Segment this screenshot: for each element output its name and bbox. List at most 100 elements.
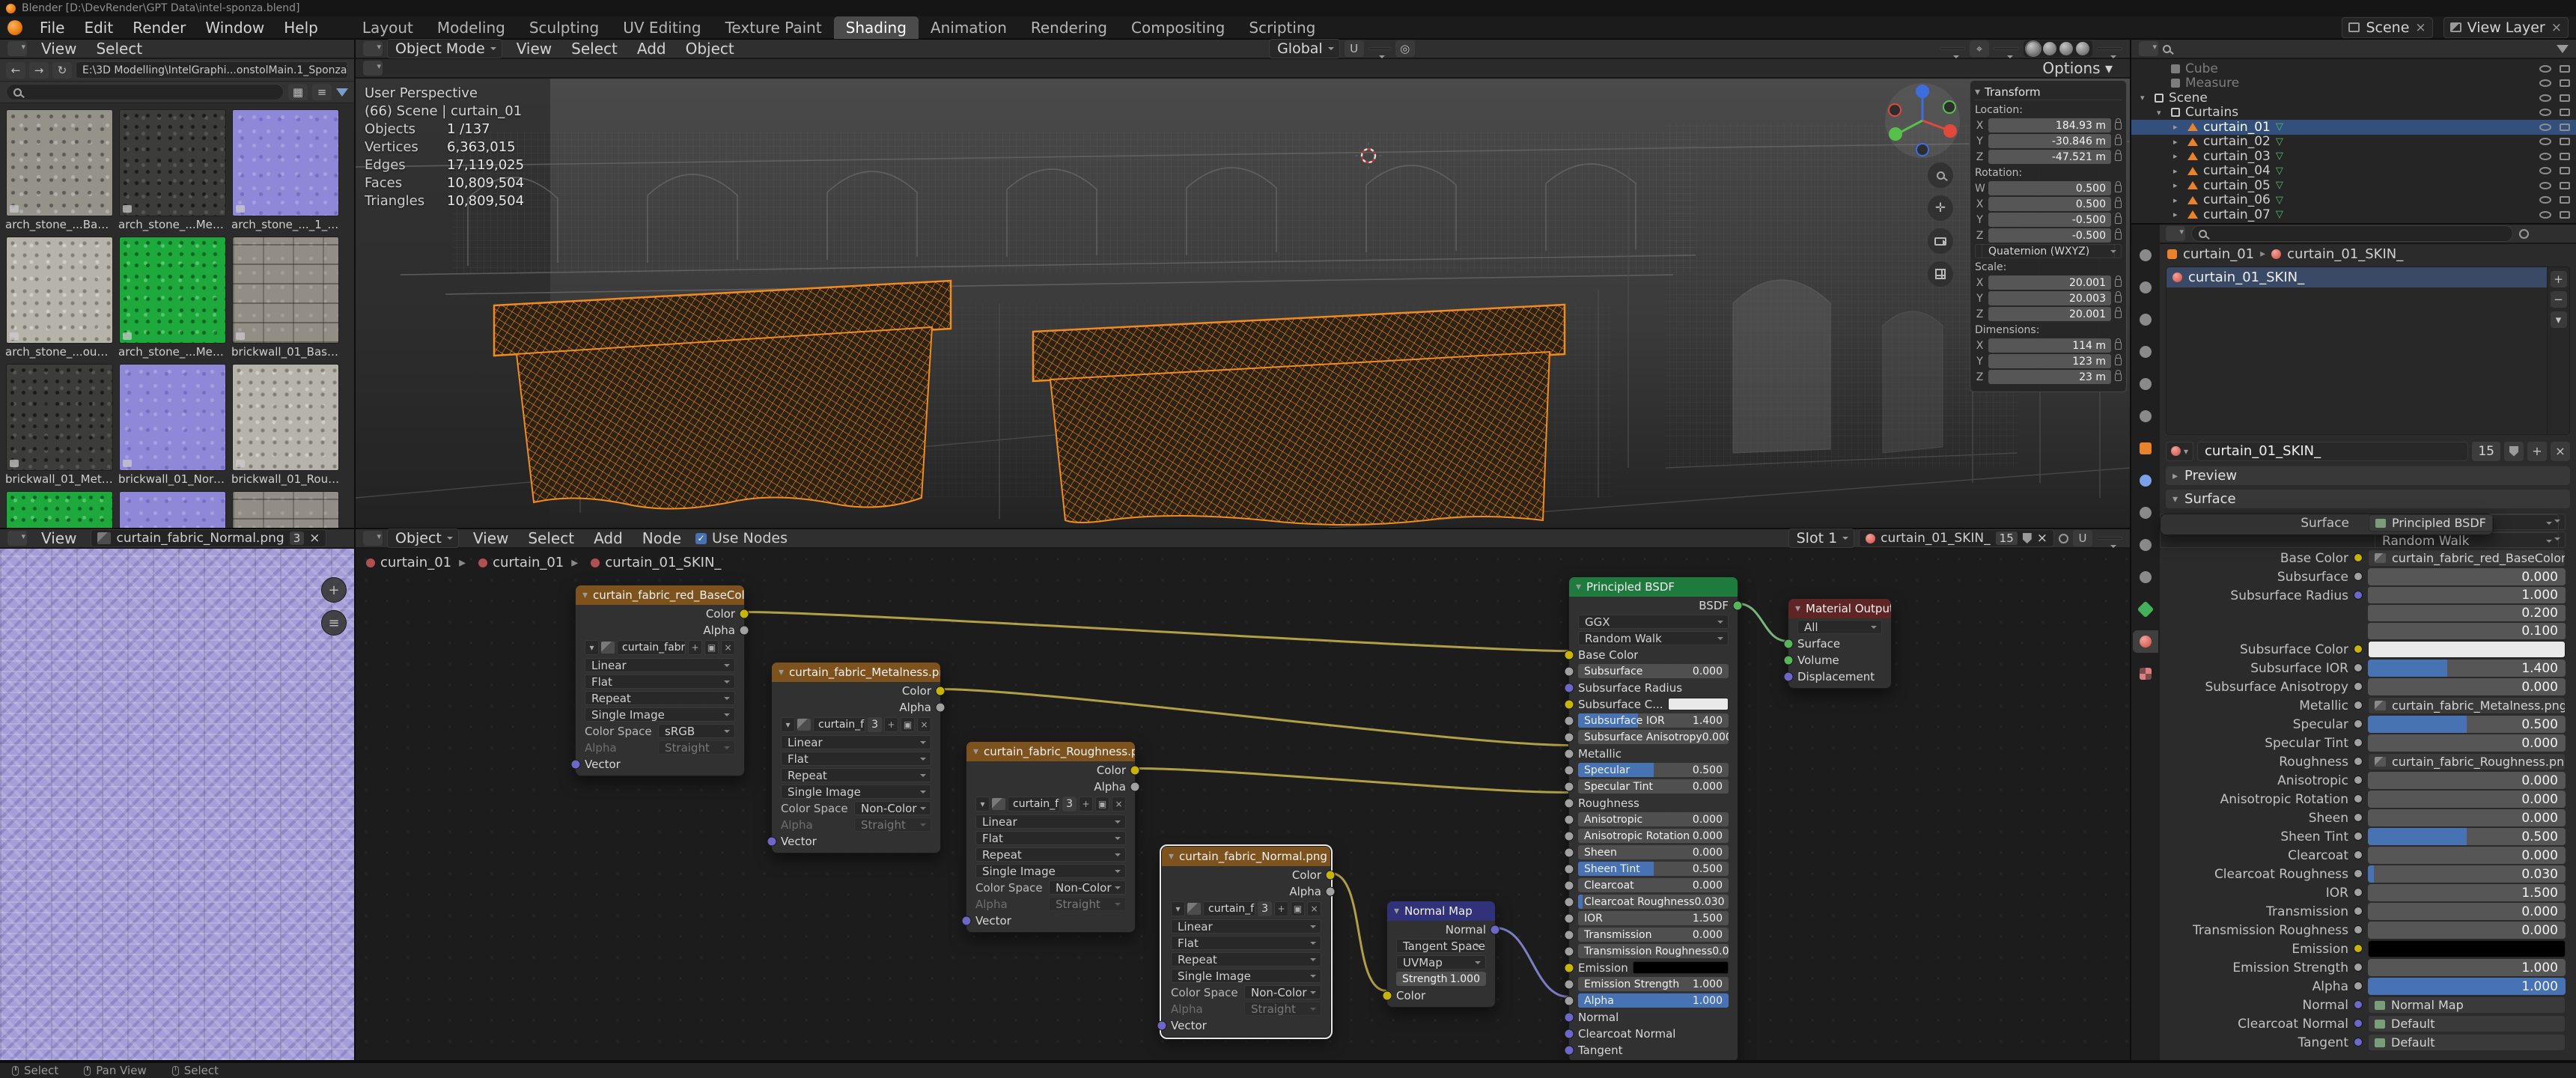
input-socket[interactable] [1784,655,1794,665]
link-value[interactable]: Default [2368,1015,2566,1032]
colorspace-dropdown[interactable]: Non-Color [1244,985,1321,999]
properties-tab[interactable] [2133,244,2158,267]
input-socket[interactable] [1565,765,1574,775]
hide-viewport-toggle[interactable] [2539,138,2551,145]
input-socket[interactable] [2354,757,2363,766]
users-count[interactable]: 15 [2472,442,2500,461]
input-socket[interactable] [1565,831,1574,841]
slot-dropdown[interactable]: Slot 1 [1788,529,1855,548]
image-name-field[interactable]: curtain_fabr... [813,717,865,732]
alpha-output-socket[interactable] [1130,782,1140,791]
colorspace-dropdown[interactable]: Non-Color [854,801,931,815]
hide-viewport-toggle[interactable] [2539,109,2551,116]
overlay-button[interactable]: ≡ [321,610,347,636]
users-count[interactable]: 3 [1258,901,1272,916]
input-socket[interactable] [1565,782,1574,791]
value-slider[interactable]: 1.000 [2368,978,2566,995]
search-icon[interactable] [2163,45,2171,53]
users-count[interactable]: 15 [1996,532,2018,545]
filter-icon[interactable] [336,88,348,97]
lock-icon[interactable] [2115,295,2122,302]
value-slider[interactable]: 0.000 [2368,568,2566,585]
extension-dropdown[interactable]: Repeat [1171,952,1321,966]
bsdf-output-socket[interactable] [1733,600,1743,610]
input-socket[interactable] [2354,701,2363,710]
workspace-tab[interactable]: Animation [919,16,1019,39]
value-slider[interactable]: 0.000 [2368,903,2566,920]
lock-icon[interactable] [2115,279,2122,287]
image-name-field[interactable]: curtain_fabr... [1008,797,1060,811]
slot-specials-button[interactable]: ▾ [2551,311,2567,328]
blender-menu-icon[interactable] [7,20,22,35]
outliner-item[interactable]: ▸ curtain_04 ▽ [2131,164,2576,179]
lock-icon[interactable] [2115,216,2122,224]
target-dropdown[interactable]: All [1797,620,1882,634]
users-count[interactable]: 3 [868,717,882,732]
node-header[interactable]: ▾Material Output [1788,599,1891,618]
input-socket[interactable] [1565,1012,1574,1022]
input-socket[interactable] [2354,738,2363,747]
menu-item[interactable]: View [31,38,86,59]
item-name[interactable]: curtain_01 [2203,120,2271,135]
source-dropdown[interactable]: Single Image [781,785,931,799]
extension-dropdown[interactable]: Repeat [585,691,735,705]
alpha-output-socket[interactable] [936,702,946,712]
snap-dropdown[interactable] [1368,47,1391,50]
lock-icon[interactable] [2115,201,2122,208]
input-socket[interactable] [1565,963,1574,972]
bsdf-input-row[interactable]: Base Color Base Color [1569,647,1738,663]
input-socket[interactable] [2354,869,2363,878]
workspace-tab[interactable]: Shading [834,16,919,39]
material-datablock[interactable]: curtain_01_SKIN_ 15 × [1859,529,2054,547]
input-socket[interactable] [2354,518,2363,527]
path-field[interactable]: E:\3D Modelling\IntelGraphi...onstolMain… [76,61,348,79]
item-name[interactable]: curtain_06 [2203,192,2271,207]
interpolation-dropdown[interactable]: Linear [1171,919,1321,934]
hide-viewport-toggle[interactable] [2539,153,2551,160]
item-name[interactable]: curtain_04 [2203,163,2271,178]
input-socket[interactable] [2354,925,2363,934]
open-image-button[interactable]: ▣ [1095,797,1109,811]
input-socket[interactable] [1565,996,1574,1005]
disable-render-toggle[interactable] [2560,65,2570,73]
transform-value-field[interactable]: 114 m [1988,338,2111,353]
bsdf-input-row[interactable]: Emission Strength Emission Strength1.000 [1569,976,1738,992]
input-slider[interactable]: Alpha1.000 [1578,993,1729,1008]
unlink-image-button[interactable]: × [1112,797,1126,811]
color-output-socket[interactable] [1130,765,1140,775]
input-socket[interactable] [1565,814,1574,824]
item-name[interactable]: Cube [2185,61,2218,76]
input-socket[interactable] [1565,864,1574,874]
expand-icon[interactable]: ▸ [2173,137,2182,147]
image-texture-node[interactable]: ▾curtain_fabric_Roughness.png Color Alph… [966,741,1136,933]
disable-render-toggle[interactable] [2560,109,2570,116]
color-swatch[interactable] [2368,940,2566,957]
node-header[interactable]: ▾curtain_fabric_Metalness.png [772,663,940,682]
input-slider[interactable]: Specular0.500 [1578,763,1729,777]
file-thumbnail[interactable]: arch_stone_...Metalness.png [118,237,228,361]
outliner-item[interactable]: Cube [2131,61,2576,76]
view-layer-selector[interactable]: View Layer × [2443,17,2569,38]
properties-tab[interactable] [2133,308,2158,331]
workspace-tab[interactable]: Modeling [425,16,517,39]
value-slider[interactable]: 1.000 [2368,959,2566,976]
bsdf-input-row[interactable]: Subsurface C... Subsurface C...#e9e9e9 [1569,696,1738,712]
preview-section-header[interactable]: ▸Preview [2166,466,2570,485]
open-image-button[interactable]: ▣ [704,640,719,655]
outliner-item[interactable]: ▾ Scene [2131,91,2576,106]
transform-panel-header[interactable]: ▾Transform [1975,84,2122,100]
input-socket[interactable] [2354,1000,2363,1009]
item-name[interactable]: Scene [2169,91,2208,106]
vector-input-socket[interactable] [767,836,777,846]
open-image-button[interactable]: ▣ [901,717,915,732]
lock-icon[interactable] [2115,374,2122,381]
hide-viewport-toggle[interactable] [2539,167,2551,174]
image-name-field[interactable]: curtain_fabr... [1203,901,1255,916]
input-slider[interactable]: Clearcoat0.000 [1578,878,1729,892]
properties-tab[interactable] [2133,502,2158,524]
unlink-icon[interactable]: × [309,531,320,546]
menu-item[interactable]: Edit [74,17,123,38]
projection-dropdown[interactable]: Flat [975,831,1126,845]
transform-value-field[interactable]: -30.846 m [1988,134,2111,148]
input-socket[interactable] [2354,1019,2363,1028]
